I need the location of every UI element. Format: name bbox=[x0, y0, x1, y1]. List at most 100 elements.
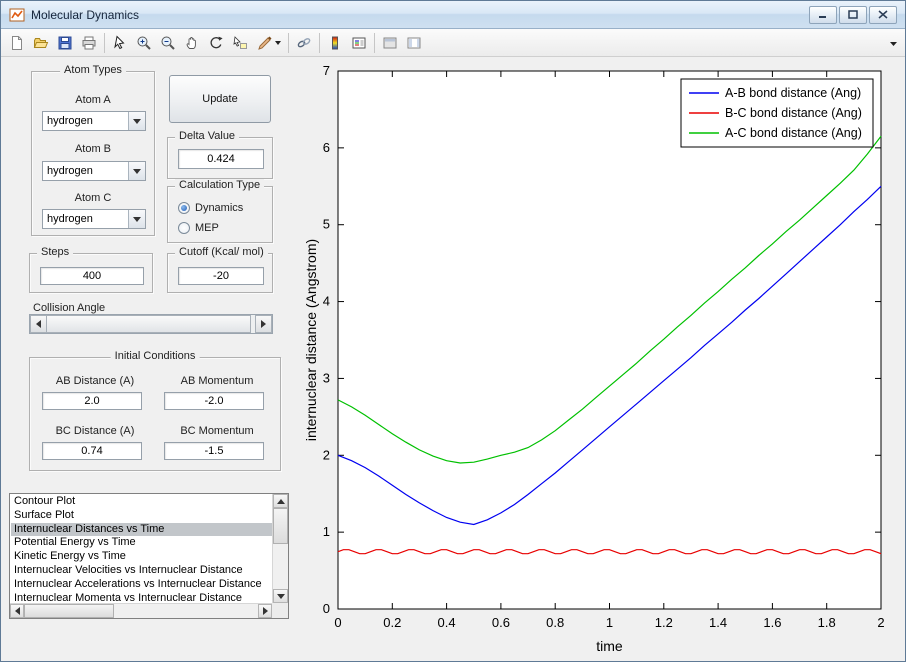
open-file-button[interactable] bbox=[29, 31, 53, 55]
x-tick-label: 1.2 bbox=[655, 615, 673, 630]
insert-legend-button[interactable] bbox=[347, 31, 371, 55]
atom-a-value: hydrogen bbox=[47, 115, 93, 127]
close-button[interactable] bbox=[869, 5, 897, 24]
y-tick-label: 1 bbox=[323, 524, 330, 539]
show-plot-tools-button[interactable] bbox=[402, 31, 426, 55]
atom-b-dropdown[interactable]: hydrogen bbox=[42, 161, 146, 181]
scroll-left-button[interactable] bbox=[10, 604, 24, 618]
brush-dropdown-icon[interactable] bbox=[274, 40, 281, 45]
list-item[interactable]: Surface Plot bbox=[11, 509, 272, 523]
show-plot-tools-icon bbox=[407, 37, 421, 48]
bc-momentum-label: BC Momentum bbox=[180, 425, 254, 437]
slider-left-button[interactable] bbox=[30, 315, 47, 333]
arrow-right-icon bbox=[262, 607, 268, 615]
minimize-button[interactable] bbox=[809, 5, 837, 24]
new-figure-button[interactable] bbox=[5, 31, 29, 55]
delta-value-panel: Delta Value bbox=[167, 130, 273, 179]
print-figure-button[interactable] bbox=[77, 31, 101, 55]
x-tick-label: 0.6 bbox=[492, 615, 510, 630]
atom-c-dropdown-button[interactable] bbox=[128, 210, 145, 228]
legend-entry-label: A-B bond distance (Ang) bbox=[725, 86, 861, 100]
pan-button[interactable] bbox=[180, 31, 204, 55]
y-tick-label: 7 bbox=[323, 63, 330, 78]
y-tick-label: 4 bbox=[323, 294, 330, 309]
atom-b-label: Atom B bbox=[74, 143, 112, 155]
chevron-down-icon bbox=[133, 168, 141, 174]
arrow-left-icon bbox=[36, 320, 41, 328]
link-plot-button[interactable] bbox=[292, 31, 316, 55]
vertical-scroll-thumb[interactable] bbox=[273, 508, 288, 544]
insert-legend-icon bbox=[352, 37, 366, 48]
cutoff-panel: Cutoff (Kcal/ mol) bbox=[167, 246, 273, 293]
atom-b-value: hydrogen bbox=[47, 165, 93, 177]
x-tick-label: 1.8 bbox=[818, 615, 836, 630]
radio-mep-label: MEP bbox=[195, 222, 219, 234]
radio-dynamics-circle-icon bbox=[178, 202, 190, 214]
list-item[interactable]: Potential Energy vs Time bbox=[11, 536, 272, 550]
toolbar-overflow-icon[interactable] bbox=[889, 35, 898, 53]
slider-thumb[interactable] bbox=[46, 315, 251, 333]
delta-value-input[interactable] bbox=[178, 149, 264, 169]
scroll-down-button[interactable] bbox=[273, 589, 288, 603]
zoom-in-icon bbox=[137, 36, 151, 50]
listbox-vertical-scrollbar[interactable] bbox=[272, 494, 288, 603]
atom-a-dropdown[interactable]: hydrogen bbox=[42, 111, 146, 131]
list-item[interactable]: Internuclear Distances vs Time bbox=[11, 522, 272, 537]
collision-angle-slider[interactable] bbox=[29, 314, 273, 334]
bc-momentum-input[interactable] bbox=[164, 442, 264, 460]
insert-colorbar-button[interactable] bbox=[323, 31, 347, 55]
rotate-3d-button[interactable] bbox=[204, 31, 228, 55]
steps-input[interactable] bbox=[40, 267, 144, 285]
ab-momentum-input[interactable] bbox=[164, 392, 264, 410]
radio-mep[interactable]: MEP bbox=[178, 222, 219, 234]
list-item[interactable]: Internuclear Accelerations vs Internucle… bbox=[11, 578, 272, 592]
slider-right-button[interactable] bbox=[255, 315, 272, 333]
bc-distance-input[interactable] bbox=[42, 442, 142, 460]
list-item[interactable]: Internuclear Momenta vs Internuclear Dis… bbox=[11, 592, 272, 602]
cutoff-input[interactable] bbox=[178, 267, 264, 285]
save-figure-button[interactable] bbox=[53, 31, 77, 55]
hide-plot-tools-button[interactable] bbox=[378, 31, 402, 55]
list-item[interactable]: Kinetic Energy vs Time bbox=[11, 550, 272, 564]
zoom-in-button[interactable] bbox=[132, 31, 156, 55]
edit-plot-button[interactable] bbox=[108, 31, 132, 55]
x-tick-label: 1.6 bbox=[763, 615, 781, 630]
zoom-out-icon bbox=[161, 36, 175, 50]
scroll-up-button[interactable] bbox=[273, 494, 288, 508]
hide-plot-tools-icon bbox=[383, 37, 397, 48]
y-tick-label: 0 bbox=[323, 601, 330, 616]
rotate-3d-icon bbox=[210, 36, 223, 48]
data-cursor-button[interactable] bbox=[228, 31, 252, 55]
insert-colorbar-icon bbox=[332, 36, 338, 49]
print-figure-icon bbox=[82, 36, 96, 49]
link-plot-icon bbox=[297, 37, 311, 47]
ab-distance-input[interactable] bbox=[42, 392, 142, 410]
arrow-left-icon bbox=[14, 607, 20, 615]
window-title: Molecular Dynamics bbox=[31, 7, 140, 22]
toolbar-separator bbox=[374, 32, 375, 53]
pan-hand-icon bbox=[186, 36, 196, 49]
radio-dynamics[interactable]: Dynamics bbox=[178, 202, 243, 214]
initial-conditions-panel: Initial Conditions AB Distance (A) AB Mo… bbox=[29, 350, 281, 471]
atom-a-dropdown-button[interactable] bbox=[128, 112, 145, 130]
close-icon bbox=[878, 10, 888, 19]
zoom-out-button[interactable] bbox=[156, 31, 180, 55]
delta-value-title: Delta Value bbox=[175, 130, 240, 142]
y-tick-label: 6 bbox=[323, 140, 330, 155]
update-button[interactable]: Update bbox=[169, 75, 271, 123]
y-tick-label: 3 bbox=[323, 370, 330, 385]
maximize-button[interactable] bbox=[839, 5, 867, 24]
atom-b-dropdown-button[interactable] bbox=[128, 162, 145, 180]
x-axis-label: time bbox=[596, 638, 623, 654]
brush-button[interactable] bbox=[252, 31, 285, 55]
chevron-down-icon bbox=[133, 216, 141, 222]
x-tick-label: 0 bbox=[334, 615, 341, 630]
scroll-right-button[interactable] bbox=[258, 604, 272, 618]
horizontal-scroll-thumb[interactable] bbox=[24, 604, 114, 618]
plot-area[interactable] bbox=[337, 70, 882, 610]
list-item[interactable]: Internuclear Velocities vs Internuclear … bbox=[11, 564, 272, 578]
listbox-horizontal-scrollbar[interactable] bbox=[10, 603, 272, 618]
chevron-down-icon bbox=[133, 118, 141, 124]
list-item[interactable]: Contour Plot bbox=[11, 495, 272, 509]
atom-c-dropdown[interactable]: hydrogen bbox=[42, 209, 146, 229]
